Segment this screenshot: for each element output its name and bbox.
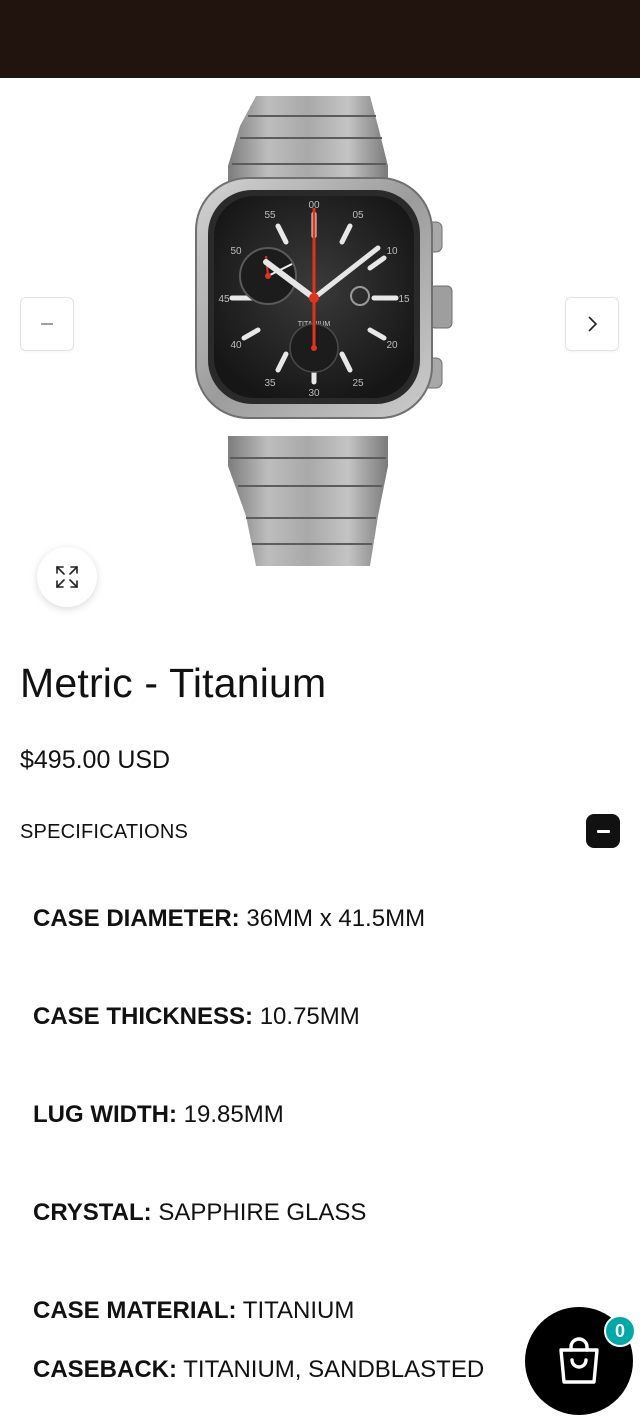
svg-text:45: 45 (218, 294, 230, 305)
spec-label: CASE THICKNESS: (33, 1003, 254, 1030)
minus-icon (596, 829, 610, 833)
spec-item: CRYSTAL: SAPPHIRE GLASS (33, 1199, 366, 1227)
svg-text:55: 55 (264, 210, 276, 221)
chevron-right-icon (588, 316, 598, 332)
spec-value: 36MM x 41.5MM (246, 905, 426, 932)
spec-value: TITANIUM, SANDBLASTED (183, 1356, 485, 1383)
svg-text:40: 40 (230, 340, 242, 351)
spec-value: 10.75MM (259, 1003, 360, 1030)
product-title: Metric - Titanium (20, 660, 327, 706)
svg-text:50: 50 (230, 246, 242, 257)
spec-value: 19.85MM (183, 1101, 284, 1128)
svg-text:30: 30 (308, 388, 320, 399)
product-gallery: 00 05 10 15 20 25 30 35 40 45 50 55 TITA… (0, 78, 640, 638)
gallery-prev-button[interactable] (20, 297, 74, 351)
specifications-toggle-button[interactable] (586, 814, 620, 848)
watch-image: 00 05 10 15 20 25 30 35 40 45 50 55 TITA… (195, 96, 453, 566)
spec-item: CASEBACK: TITANIUM, SANDBLASTED (33, 1356, 484, 1384)
svg-text:05: 05 (352, 210, 364, 221)
spec-item: CASE MATERIAL: TITANIUM (33, 1297, 354, 1325)
top-bar (0, 0, 640, 78)
svg-text:20: 20 (386, 340, 398, 351)
minus-icon (41, 323, 53, 325)
spec-label: CRYSTAL: (33, 1199, 152, 1226)
svg-text:35: 35 (264, 378, 276, 389)
cart-count-badge: 0 (604, 1315, 636, 1347)
spec-item: CASE DIAMETER: 36MM x 41.5MM (33, 905, 425, 933)
shopping-bag-icon (559, 1337, 599, 1384)
gallery-next-button[interactable] (565, 297, 619, 351)
svg-text:10: 10 (386, 246, 398, 257)
spec-label: CASE DIAMETER: (33, 905, 240, 932)
spec-label: LUG WIDTH: (33, 1101, 177, 1128)
spec-label: CASE MATERIAL: (33, 1297, 237, 1324)
svg-text:25: 25 (352, 378, 364, 389)
spec-value: TITANIUM (242, 1297, 355, 1324)
spec-value: SAPPHIRE GLASS (158, 1199, 367, 1226)
spec-label: CASEBACK: (33, 1356, 177, 1383)
spec-item: LUG WIDTH: 19.85MM (33, 1101, 284, 1129)
expand-icon (56, 566, 78, 588)
zoom-button[interactable] (37, 547, 97, 607)
product-price: $495.00 USD (20, 746, 171, 774)
specifications-header[interactable]: SPECIFICATIONS (20, 821, 188, 844)
svg-text:15: 15 (398, 294, 410, 305)
spec-item: CASE THICKNESS: 10.75MM (33, 1003, 360, 1031)
